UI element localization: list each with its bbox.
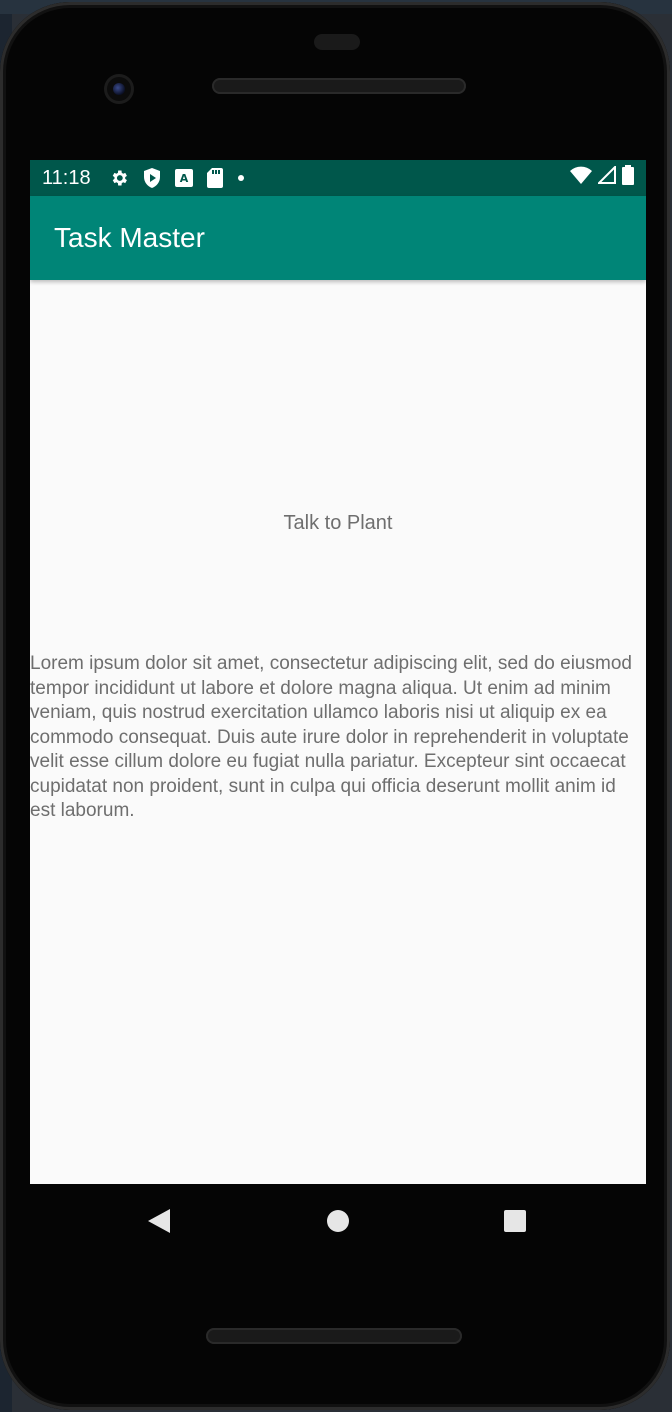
shield-icon — [143, 168, 161, 188]
main-content: Talk to Plant Lorem ipsum dolor sit amet… — [30, 280, 646, 1184]
device-screen: 11:18 A Task Master Talk to Plant Lorem … — [30, 160, 646, 1184]
status-time: 11:18 — [42, 166, 91, 189]
home-icon[interactable] — [325, 1208, 351, 1234]
wifi-icon — [570, 166, 592, 190]
sd-card-icon — [206, 168, 223, 188]
dot-icon — [237, 174, 245, 182]
front-camera — [104, 74, 134, 104]
sensor-notch — [314, 34, 360, 50]
battery-icon — [622, 165, 634, 191]
cell-signal-icon — [596, 164, 616, 190]
top-speaker — [212, 78, 466, 94]
navigation-bar — [30, 1184, 646, 1256]
svg-text:A: A — [179, 172, 188, 185]
status-bar: 11:18 A — [30, 160, 646, 196]
recents-icon[interactable] — [502, 1208, 528, 1234]
keyboard-a-icon: A — [174, 169, 193, 187]
back-icon[interactable] — [146, 1208, 172, 1234]
body-text: Lorem ipsum dolor sit amet, consectetur … — [30, 653, 632, 821]
settings-icon — [109, 168, 129, 188]
talk-to-plant-button[interactable]: Talk to Plant — [30, 512, 646, 535]
app-bar: Task Master — [30, 196, 646, 280]
bottom-speaker — [206, 1328, 462, 1344]
app-title: Task Master — [54, 222, 205, 253]
